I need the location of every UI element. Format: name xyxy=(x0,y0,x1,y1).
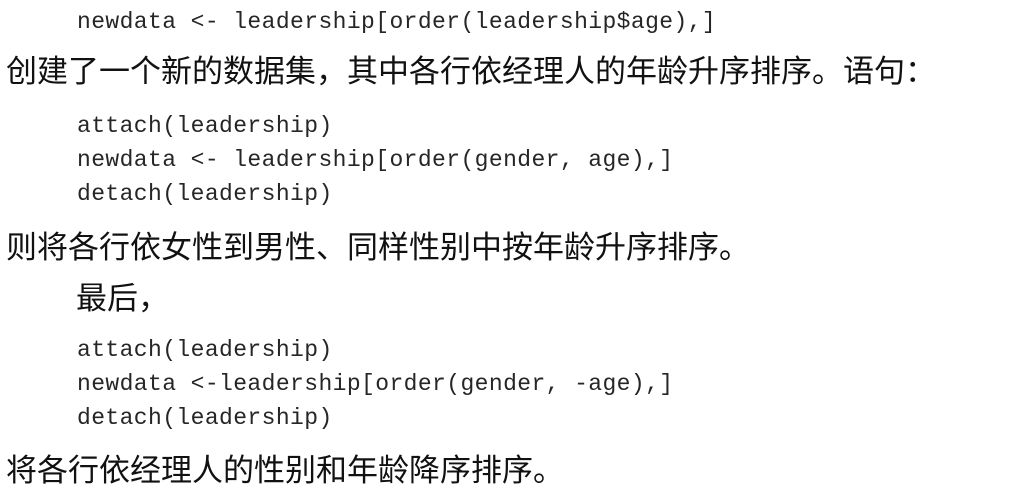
paragraph-gender-sort: 则将各行依女性到男性、同样性别中按年龄升序排序。 xyxy=(6,230,750,266)
code-line-order-gender-age: newdata <- leadership[order(gender, age)… xyxy=(77,147,674,173)
paragraph-descending-sort: 将各行依经理人的性别和年龄降序排序。 xyxy=(6,453,564,489)
code-line-detach: detach(leadership) xyxy=(77,405,333,431)
code-line-detach: detach(leadership) xyxy=(77,181,333,207)
paragraph-new-dataset: 创建了一个新的数据集，其中各行依经理人的年龄升序排序。语句： xyxy=(6,54,936,90)
paragraph-finally: 最后， xyxy=(76,281,169,317)
code-line-attach: attach(leadership) xyxy=(77,113,333,139)
code-line-order-gender-desc-age: newdata <-leadership[order(gender, -age)… xyxy=(77,371,674,397)
document-page: newdata <- leadership[order(leadership$a… xyxy=(0,0,1020,496)
code-line-order-by-age: newdata <- leadership[order(leadership$a… xyxy=(77,9,717,35)
code-line-attach: attach(leadership) xyxy=(77,337,333,363)
